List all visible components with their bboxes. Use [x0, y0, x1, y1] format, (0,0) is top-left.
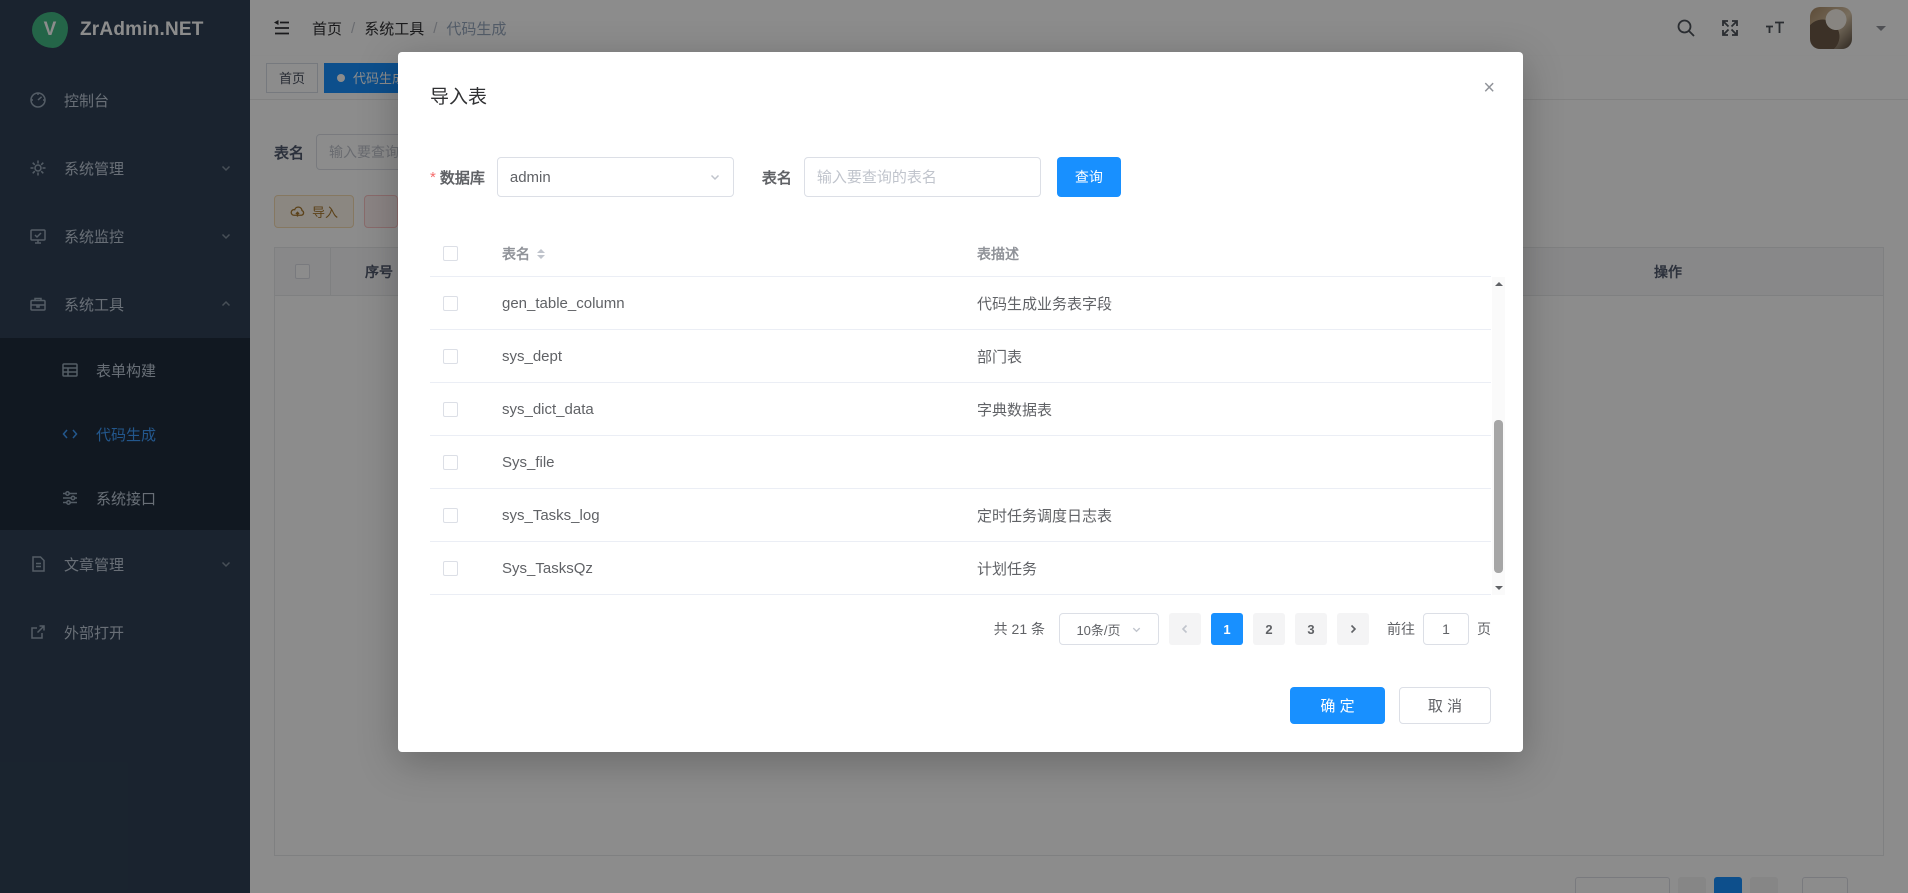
scrollbar-thumb[interactable]	[1494, 420, 1503, 573]
table-name-cell: gen_table_column	[502, 295, 977, 312]
prev-page-button[interactable]	[1169, 613, 1201, 645]
dialog-search-form: * 数据库 admin 表名 查询	[430, 157, 1491, 197]
goto-suffix: 页	[1477, 619, 1491, 639]
search-button[interactable]: 查询	[1057, 157, 1121, 197]
table-row[interactable]: sys_dept 部门表	[430, 330, 1491, 383]
dialog-pagination: 共 21 条 10条/页 1 2 3 前往 页	[430, 613, 1491, 645]
table-name-label: 表名	[762, 167, 792, 188]
page-size-select[interactable]: 10条/页	[1059, 613, 1159, 645]
confirm-button[interactable]: 确 定	[1290, 687, 1385, 724]
table-name-cell: Sys_file	[502, 454, 977, 471]
scroll-up-icon[interactable]	[1495, 278, 1503, 286]
page-button-1[interactable]: 1	[1211, 613, 1243, 645]
goto-label: 前往	[1387, 619, 1415, 639]
dialog-table-header: 表名 表描述	[430, 231, 1491, 277]
dialog-table: 表名 表描述 gen_table_column 代码生成业务表字段 sys_de…	[430, 231, 1491, 595]
table-desc-cell: 代码生成业务表字段	[977, 293, 1491, 314]
table-row[interactable]: Sys_file	[430, 436, 1491, 489]
table-row[interactable]: sys_Tasks_log 定时任务调度日志表	[430, 489, 1491, 542]
database-label: 数据库	[440, 167, 485, 188]
table-scrollbar[interactable]	[1492, 277, 1505, 595]
table-desc-cell: 计划任务	[977, 558, 1491, 579]
import-table-dialog: 导入表 × * 数据库 admin 表名 查询 表名 表描述 gen_tab	[398, 52, 1523, 752]
page-button-2[interactable]: 2	[1253, 613, 1285, 645]
table-name-cell: sys_Tasks_log	[502, 507, 977, 524]
table-desc-cell: 字典数据表	[977, 399, 1491, 420]
row-checkbox[interactable]	[443, 296, 458, 311]
scroll-down-icon[interactable]	[1495, 586, 1503, 594]
chevron-down-icon	[1131, 624, 1142, 635]
database-select-value: admin	[510, 169, 551, 186]
header-checkbox-cell	[430, 246, 502, 261]
dialog-footer: 确 定 取 消	[1290, 687, 1491, 724]
cancel-button[interactable]: 取 消	[1399, 687, 1491, 724]
row-checkbox[interactable]	[443, 561, 458, 576]
dialog-title: 导入表	[398, 52, 1523, 109]
goto-page-input[interactable]	[1423, 613, 1469, 645]
table-desc-cell: 定时任务调度日志表	[977, 505, 1491, 526]
table-row[interactable]: Sys_TasksQz 计划任务	[430, 542, 1491, 595]
required-mark: *	[430, 169, 436, 186]
table-desc-cell: 部门表	[977, 346, 1491, 367]
column-header-name: 表名	[502, 244, 977, 264]
next-page-button[interactable]	[1337, 613, 1369, 645]
column-header-description: 表描述	[977, 244, 1491, 264]
row-checkbox[interactable]	[443, 455, 458, 470]
close-icon[interactable]: ×	[1483, 78, 1495, 98]
dialog-table-name-input[interactable]	[804, 157, 1041, 197]
sort-carets-icon[interactable]	[537, 245, 545, 263]
chevron-down-icon	[709, 171, 721, 183]
select-all-checkbox[interactable]	[443, 246, 458, 261]
table-name-cell: sys_dict_data	[502, 401, 977, 418]
row-checkbox[interactable]	[443, 508, 458, 523]
page-button-3[interactable]: 3	[1295, 613, 1327, 645]
table-name-cell: Sys_TasksQz	[502, 560, 977, 577]
table-row[interactable]: sys_dict_data 字典数据表	[430, 383, 1491, 436]
table-name-cell: sys_dept	[502, 348, 977, 365]
pagination-total: 共 21 条	[994, 619, 1045, 639]
row-checkbox[interactable]	[443, 349, 458, 364]
database-select[interactable]: admin	[497, 157, 734, 197]
row-checkbox[interactable]	[443, 402, 458, 417]
table-row[interactable]: gen_table_column 代码生成业务表字段	[430, 277, 1491, 330]
